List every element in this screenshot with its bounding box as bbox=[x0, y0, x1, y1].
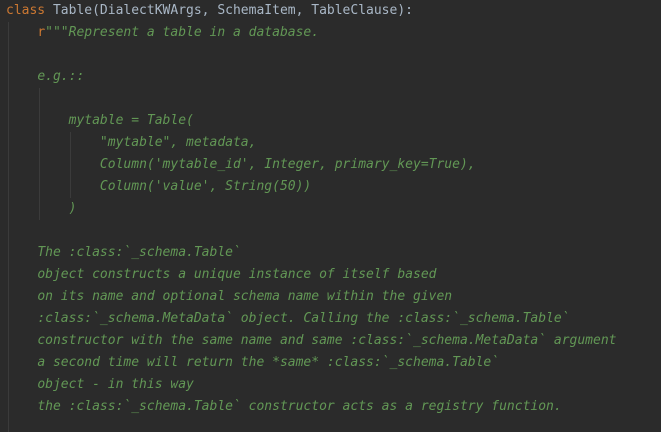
code-line[interactable]: Column('mytable_id', Integer, primary_ke… bbox=[6, 154, 476, 176]
docstring-text: :class:`_schema.MetaData` object. Callin… bbox=[37, 311, 570, 326]
docstring-text: The :class:`_schema.Table` bbox=[37, 245, 241, 260]
code-line[interactable]: Column('value', String(50)) bbox=[6, 176, 311, 198]
code-editor[interactable]: class Table(DialectKWArgs, SchemaItem, T… bbox=[0, 0, 661, 432]
docstring-text: object constructs a unique instance of i… bbox=[37, 267, 437, 282]
code-line[interactable]: object constructs a unique instance of i… bbox=[6, 264, 436, 286]
code-line[interactable]: :class:`_schema.MetaData` object. Callin… bbox=[6, 308, 570, 330]
class-keyword: class bbox=[6, 3, 46, 18]
docstring-text: object - in this way bbox=[37, 377, 194, 392]
docstring-text: Column('mytable_id', Integer, primary_ke… bbox=[68, 157, 476, 172]
code-line[interactable]: the :class:`_schema.Table` constructor a… bbox=[6, 396, 562, 418]
docstring-text: "mytable", metadata, bbox=[68, 135, 257, 150]
code-line[interactable]: e.g.:: bbox=[6, 66, 84, 88]
docstring-text: on its name and optional schema name wit… bbox=[37, 289, 453, 304]
docstring-text: a second time will return the *same* :cl… bbox=[37, 355, 500, 370]
docstring-text: constructor with the same name and same … bbox=[37, 333, 617, 348]
code-line[interactable]: constructor with the same name and same … bbox=[6, 330, 617, 352]
docstring-text: the :class:`_schema.Table` constructor a… bbox=[37, 399, 562, 414]
code-line[interactable]: object - in this way bbox=[6, 374, 194, 396]
docstring-text: e.g.:: bbox=[37, 69, 85, 84]
docstring-text: Column('value', String(50)) bbox=[68, 179, 312, 194]
code-line-class-def[interactable]: class Table(DialectKWArgs, SchemaItem, T… bbox=[6, 0, 413, 22]
class-signature: Table(DialectKWArgs, SchemaItem, TableCl… bbox=[45, 3, 413, 18]
code-line[interactable]: The :class:`_schema.Table` bbox=[6, 242, 241, 264]
code-line-docstring-start[interactable]: r"""Represent a table in a database. bbox=[6, 22, 319, 44]
docstring-text: ) bbox=[68, 201, 77, 216]
docstring-text: """Represent a table in a database. bbox=[45, 25, 320, 40]
code-line[interactable]: ) bbox=[6, 198, 77, 220]
code-line[interactable]: a second time will return the *same* :cl… bbox=[6, 352, 499, 374]
raw-string-prefix: r bbox=[37, 25, 46, 40]
code-line[interactable]: on its name and optional schema name wit… bbox=[6, 286, 452, 308]
code-line[interactable]: "mytable", metadata, bbox=[6, 132, 257, 154]
code-line[interactable]: mytable = Table( bbox=[6, 110, 194, 132]
docstring-text: mytable = Table( bbox=[68, 113, 194, 128]
